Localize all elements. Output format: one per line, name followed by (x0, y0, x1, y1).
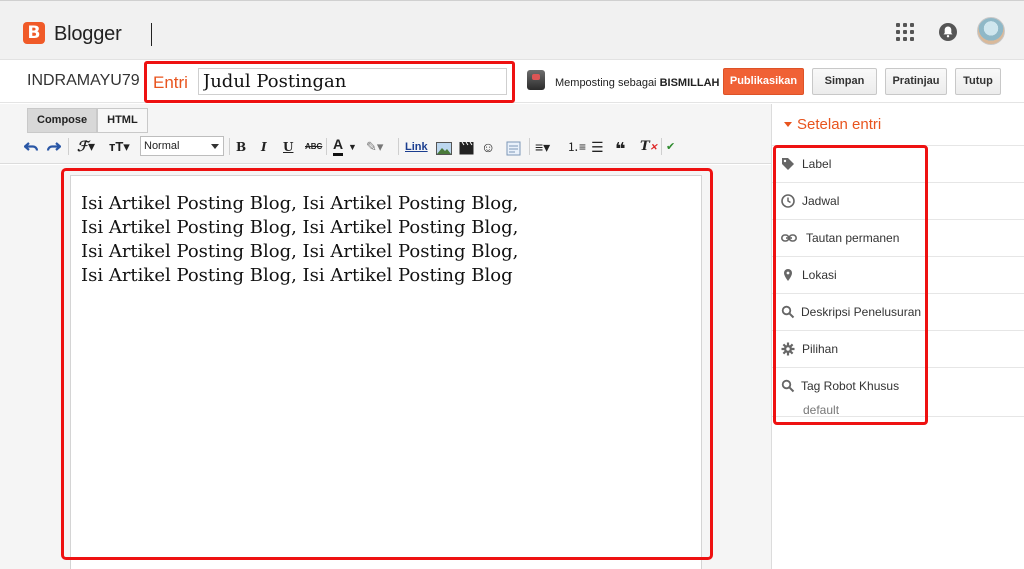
post-title-row: INDRAMAYU79 Entri Memposting sebagai BIS… (0, 61, 1024, 103)
undo-icon[interactable] (24, 140, 39, 154)
brand-name[interactable]: Blogger (54, 22, 122, 46)
posting-as-text: Memposting sebagai BISMILLAH (555, 77, 720, 89)
close-button[interactable]: Tutup (955, 68, 1001, 95)
bold-icon[interactable]: B (236, 136, 246, 158)
toolbar-divider (398, 138, 399, 155)
caret-down-icon (784, 122, 792, 127)
blogger-logo-icon[interactable]: B (23, 22, 45, 44)
publish-button[interactable]: Publikasikan (723, 68, 804, 95)
mode-tabs: Compose HTML (27, 108, 148, 133)
bullet-list-icon[interactable]: ☰ (591, 136, 604, 158)
toolbar-divider (529, 138, 530, 155)
insert-jump-break-icon[interactable] (506, 141, 521, 156)
tab-compose[interactable]: Compose (27, 108, 98, 133)
poster-avatar-icon (527, 70, 545, 90)
save-button[interactable]: Simpan (812, 68, 877, 95)
post-settings-title: Setelan entri (797, 116, 882, 133)
text-color-icon[interactable]: A (333, 136, 344, 156)
tab-html[interactable]: HTML (97, 108, 148, 133)
toolbar-divider (68, 138, 69, 155)
spellcheck-icon[interactable]: ✔ (666, 136, 675, 158)
alignment-icon[interactable]: ≡▾ (535, 136, 550, 158)
editor-toolbar: Compose HTML ℱ▾ тT▾ Normal B I U ABC A ▼… (0, 104, 771, 164)
toolbar-divider (661, 138, 662, 155)
insert-emoji-icon[interactable]: ☺ (481, 136, 495, 158)
title-highlight-box (144, 61, 515, 103)
underline-icon[interactable]: U (283, 136, 293, 158)
app-bar: B Blogger (0, 0, 1024, 60)
insert-image-icon[interactable] (436, 142, 452, 155)
account-avatar[interactable] (977, 17, 1005, 45)
strikethrough-icon[interactable]: ABC (305, 136, 322, 158)
font-family-icon[interactable]: ℱ▾ (77, 136, 95, 158)
brand-divider (151, 23, 152, 46)
editor-highlight-box (61, 168, 713, 560)
toolbar-divider (229, 138, 230, 155)
toolbar-divider (326, 138, 327, 155)
numbered-list-icon[interactable]: ⒈≡ (567, 136, 586, 158)
remove-formatting-icon[interactable]: T✕ (640, 136, 657, 158)
format-select[interactable]: Normal (140, 136, 224, 156)
preview-button[interactable]: Pratinjau (885, 68, 947, 95)
font-size-icon[interactable]: тT▾ (109, 136, 130, 158)
link-button[interactable]: Link (405, 136, 428, 158)
settings-highlight-box (773, 145, 928, 425)
italic-icon[interactable]: I (261, 136, 267, 158)
quote-icon[interactable]: ❝ (615, 136, 626, 159)
text-color-caret-icon[interactable]: ▼ (348, 136, 357, 158)
post-settings-header[interactable]: Setelan entri (772, 104, 1024, 146)
redo-icon[interactable] (46, 140, 61, 154)
apps-grid-icon[interactable] (896, 23, 914, 41)
blog-name[interactable]: INDRAMAYU79 (27, 72, 140, 90)
insert-video-icon[interactable] (459, 141, 474, 155)
notifications-bell-icon[interactable] (938, 22, 958, 42)
highlight-color-icon[interactable]: ✎▾ (366, 136, 383, 158)
